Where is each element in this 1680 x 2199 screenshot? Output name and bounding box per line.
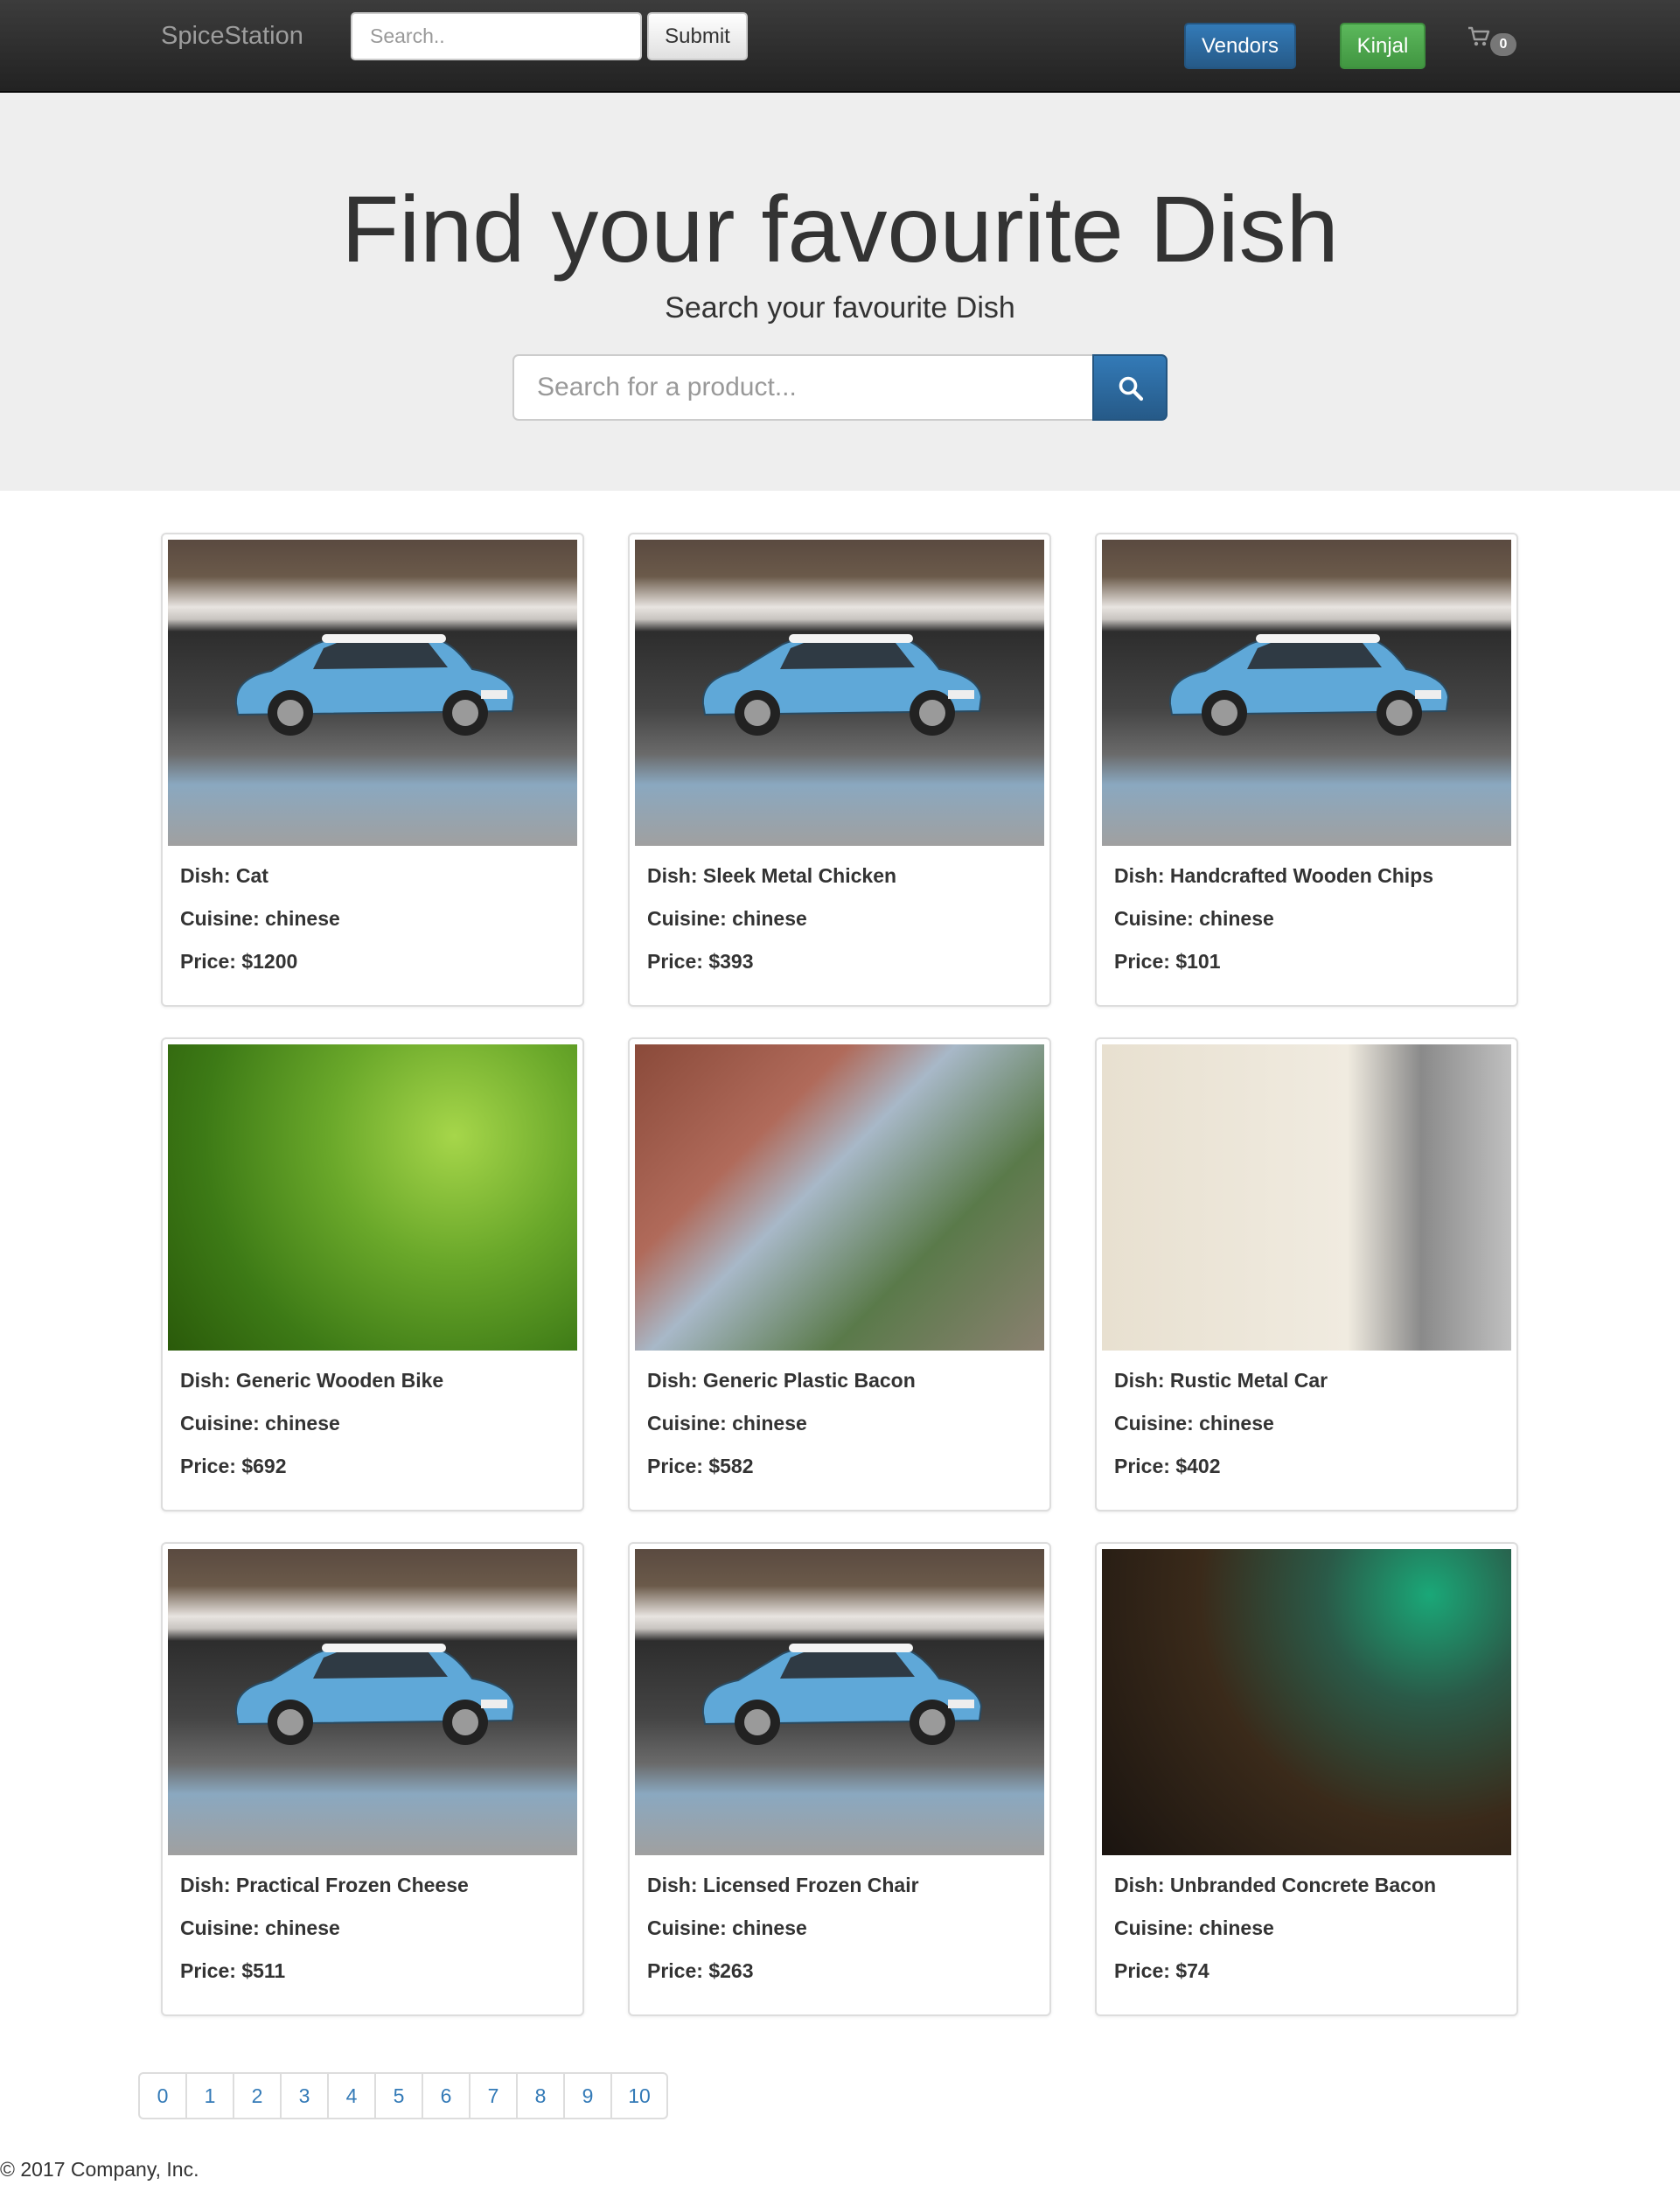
product-card[interactable]: Dish: Generic Wooden Bike Cuisine: chines… xyxy=(161,1037,584,1511)
product-cuisine: Cuisine: chinese xyxy=(1114,907,1274,930)
product-price: Price: $692 xyxy=(180,1455,287,1477)
product-dish-name: Dish: Sleek Metal Chicken xyxy=(647,864,897,887)
product-image[interactable] xyxy=(1102,540,1511,846)
page-link[interactable]: 8 xyxy=(516,2072,565,2119)
product-cuisine: Cuisine: chinese xyxy=(647,1412,807,1435)
page-link[interactable]: 9 xyxy=(563,2072,612,2119)
cart-button[interactable]: 0 xyxy=(1467,26,1520,56)
product-price: Price: $263 xyxy=(647,1959,754,1982)
product-image[interactable] xyxy=(1102,1044,1511,1351)
product-image[interactable] xyxy=(168,540,577,846)
page-link[interactable]: 2 xyxy=(233,2072,282,2119)
pagination: 0 1 2 3 4 5 6 7 8 9 10 xyxy=(138,2072,668,2119)
cart-count-badge: 0 xyxy=(1490,33,1516,56)
page-link[interactable]: 6 xyxy=(422,2072,471,2119)
product-card[interactable]: Dish: Rustic Metal Car Cuisine: chinese Pr… xyxy=(1095,1037,1518,1511)
page-link[interactable]: 0 xyxy=(138,2072,187,2119)
product-dish-name: Dish: Unbranded Concrete Bacon xyxy=(1114,1874,1437,1896)
product-card[interactable]: Dish: Cat Cuisine: chinese Price: $1200 xyxy=(161,533,584,1007)
navbar-submit-button[interactable]: Submit xyxy=(647,12,748,60)
vendors-button[interactable]: Vendors xyxy=(1184,23,1296,69)
product-cuisine: Cuisine: chinese xyxy=(180,907,340,930)
product-price: Price: $1200 xyxy=(180,950,298,973)
hero-section: Find your favourite Dish Search your fav… xyxy=(0,93,1680,491)
product-cuisine: Cuisine: chinese xyxy=(180,1916,340,1939)
product-image[interactable] xyxy=(168,1549,577,1855)
product-image[interactable] xyxy=(168,1044,577,1351)
product-card[interactable]: Dish: Generic Plastic Bacon Cuisine: chin… xyxy=(628,1037,1051,1511)
shopping-cart-icon xyxy=(1468,26,1490,46)
product-price: Price: $101 xyxy=(1114,950,1221,973)
product-dish-name: Dish: Cat xyxy=(180,864,268,887)
product-card[interactable]: Dish: Handcrafted Wooden Chips Cuisine: c… xyxy=(1095,533,1518,1007)
product-dish-name: Dish: Rustic Metal Car xyxy=(1114,1369,1328,1392)
navbar: SpiceStation Submit Vendors Kinjal 0 xyxy=(0,0,1680,93)
product-card[interactable]: Dish: Practical Frozen Cheese Cuisine: ch… xyxy=(161,1542,584,2016)
page-link[interactable]: 5 xyxy=(374,2072,423,2119)
navbar-search-input[interactable] xyxy=(351,12,642,60)
product-cuisine: Cuisine: chinese xyxy=(180,1412,340,1435)
product-card[interactable]: Dish: Sleek Metal Chicken Cuisine: chines… xyxy=(628,533,1051,1007)
hero-title: Find your favourite Dish xyxy=(341,176,1339,282)
page-link[interactable]: 7 xyxy=(469,2072,518,2119)
product-price: Price: $74 xyxy=(1114,1959,1209,1982)
product-price: Price: $402 xyxy=(1114,1455,1221,1477)
product-price: Price: $511 xyxy=(180,1959,286,1982)
product-search-button[interactable] xyxy=(1092,354,1168,421)
product-card[interactable]: Dish: Unbranded Concrete Bacon Cuisine: c… xyxy=(1095,1542,1518,2016)
product-image[interactable] xyxy=(635,1549,1044,1855)
page-link[interactable]: 10 xyxy=(610,2072,668,2119)
product-cuisine: Cuisine: chinese xyxy=(647,1916,807,1939)
product-dish-name: Dish: Generic Wooden Bike xyxy=(180,1369,444,1392)
product-image[interactable] xyxy=(635,1044,1044,1351)
product-dish-name: Dish: Practical Frozen Cheese xyxy=(180,1874,469,1896)
hero-subtitle: Search your favourite Dish xyxy=(665,291,1015,325)
product-image[interactable] xyxy=(635,540,1044,846)
product-price: Price: $582 xyxy=(647,1455,754,1477)
product-search-input[interactable] xyxy=(512,354,1093,421)
product-cuisine: Cuisine: chinese xyxy=(1114,1916,1274,1939)
brand-logo[interactable]: SpiceStation xyxy=(161,21,303,51)
product-cuisine: Cuisine: chinese xyxy=(1114,1412,1274,1435)
footer-copyright: © 2017 Company, Inc. xyxy=(0,2158,199,2181)
search-icon xyxy=(1119,376,1144,401)
product-dish-name: Dish: Handcrafted Wooden Chips xyxy=(1114,864,1434,887)
product-image[interactable] xyxy=(1102,1549,1511,1855)
product-dish-name: Dish: Generic Plastic Bacon xyxy=(647,1369,916,1392)
page-link[interactable]: 3 xyxy=(280,2072,329,2119)
product-card[interactable]: Dish: Licensed Frozen Chair Cuisine: chin… xyxy=(628,1542,1051,2016)
page-link[interactable]: 1 xyxy=(185,2072,234,2119)
product-price: Price: $393 xyxy=(647,950,754,973)
product-dish-name: Dish: Licensed Frozen Chair xyxy=(647,1874,919,1896)
user-button[interactable]: Kinjal xyxy=(1340,23,1426,69)
product-cuisine: Cuisine: chinese xyxy=(647,907,807,930)
page-link[interactable]: 4 xyxy=(327,2072,376,2119)
